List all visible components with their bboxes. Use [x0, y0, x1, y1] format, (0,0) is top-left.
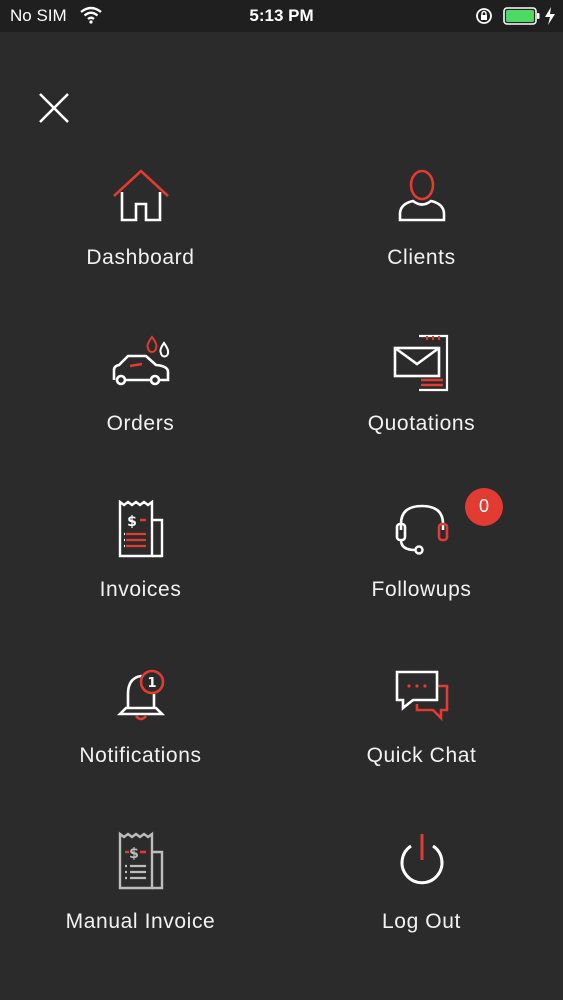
power-icon [400, 834, 444, 885]
home-icon [113, 169, 169, 222]
close-button[interactable] [34, 88, 74, 128]
menu-item-orders[interactable]: Orders [0, 332, 281, 498]
menu-label: Notifications [79, 744, 202, 767]
menu-label: Dashboard [86, 246, 195, 269]
car-wash-icon [112, 335, 170, 386]
menu-label: Invoices [99, 578, 182, 601]
close-icon [39, 93, 69, 123]
menu-item-manual-invoice[interactable]: $ Manual Invoice [0, 830, 281, 996]
battery-icon [503, 7, 540, 25]
menu-item-log-out[interactable]: Log Out [281, 830, 562, 996]
menu-item-quick-chat[interactable]: Quick Chat [281, 664, 562, 830]
status-bar: No SIM 5:13 PM [0, 0, 563, 32]
menu-label: Manual Invoice [65, 910, 216, 933]
notifications-badge: 1 [147, 676, 156, 691]
manual-invoice-icon: $ [118, 831, 164, 890]
orientation-lock-icon [476, 8, 492, 24]
user-icon [398, 169, 446, 222]
headset-icon [395, 504, 449, 555]
menu-label: Clients [387, 246, 456, 269]
menu-item-followups[interactable]: Followups [281, 498, 562, 664]
menu-label: Log Out [382, 910, 461, 933]
bell-icon: 1 [116, 669, 166, 721]
svg-text:$: $ [127, 514, 137, 530]
followups-badge: 0 [465, 488, 503, 526]
menu-label: Followups [371, 578, 472, 601]
charging-bolt-icon [545, 7, 555, 25]
menu-item-dashboard[interactable]: Dashboard [0, 166, 281, 332]
menu-item-invoices[interactable]: $ Invoices [0, 498, 281, 664]
svg-text:$: $ [129, 846, 139, 862]
menu-label: Orders [106, 412, 175, 435]
menu-item-quotations[interactable]: Quotations [281, 332, 562, 498]
envelope-document-icon [393, 334, 449, 392]
invoice-icon: $ [118, 499, 164, 558]
menu-label: Quick Chat [366, 744, 477, 767]
menu-item-notifications[interactable]: 1 Notifications [0, 664, 281, 830]
menu-label: Quotations [367, 412, 476, 435]
chat-bubbles-icon [395, 670, 449, 722]
menu-item-clients[interactable]: Clients [281, 166, 562, 332]
